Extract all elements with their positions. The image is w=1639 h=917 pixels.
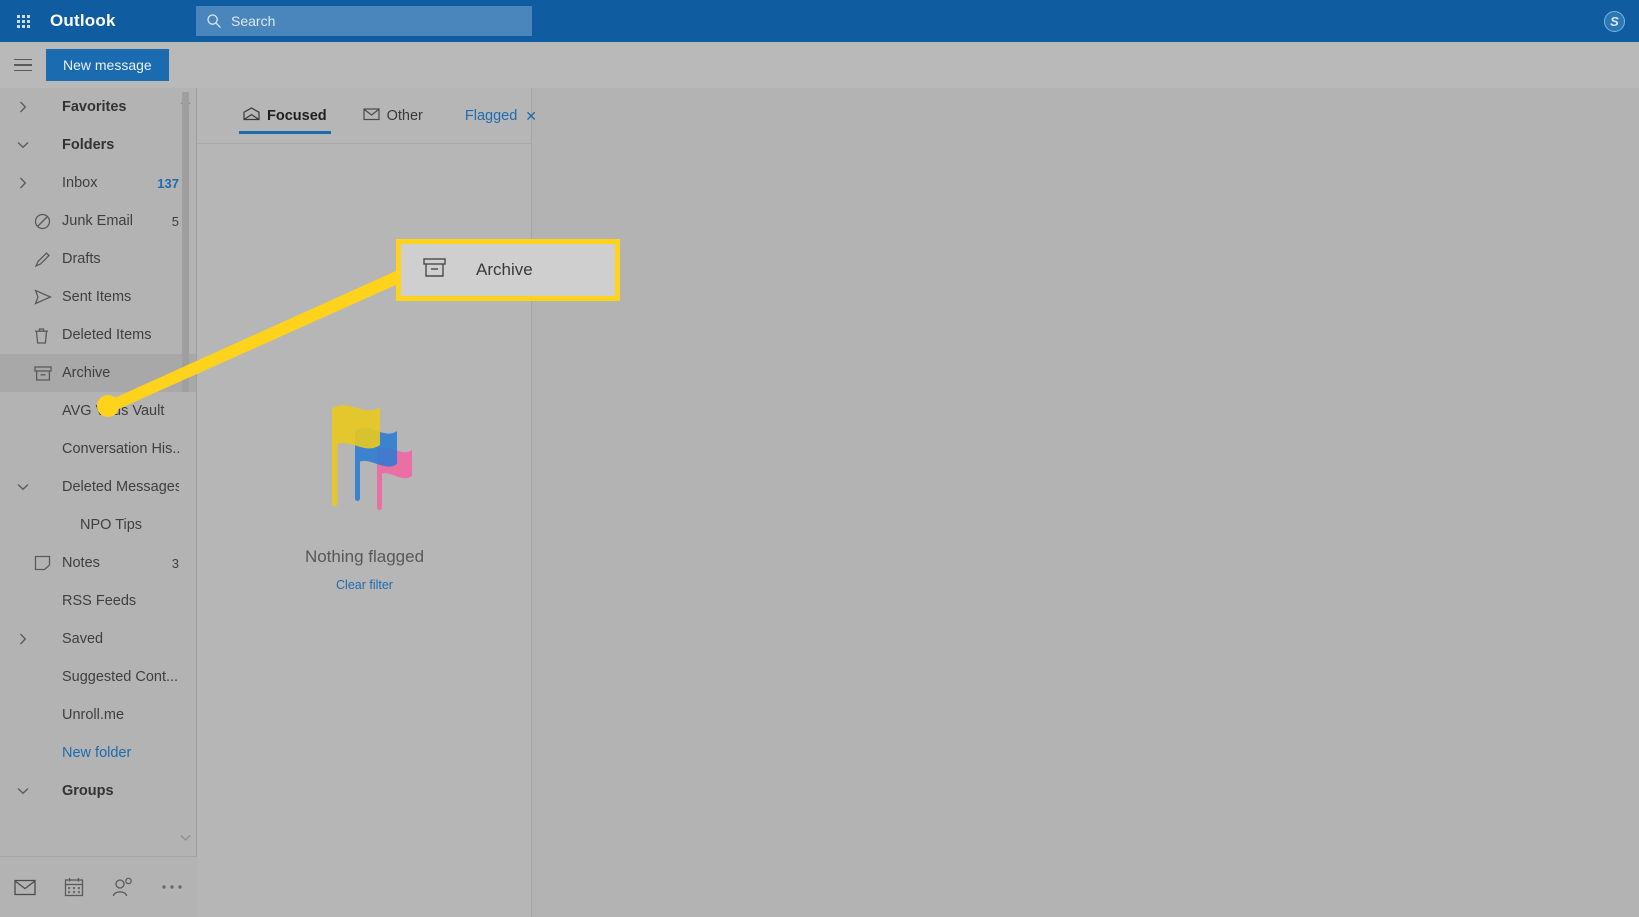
send-icon	[34, 289, 62, 305]
command-bar: New message	[0, 42, 1639, 88]
sidebar-item-junk-email[interactable]: Junk Email 5	[0, 202, 197, 240]
note-icon	[34, 555, 62, 571]
sidebar-item-label: Suggested Cont...	[62, 669, 179, 685]
sidebar-item-favorites[interactable]: Favorites	[0, 88, 197, 126]
hamburger-menu-icon[interactable]	[0, 58, 46, 72]
tab-focused[interactable]: Focused	[239, 88, 331, 144]
sidebar-item-deleted-messages[interactable]: Deleted Messages	[0, 468, 197, 506]
chevron-down-icon[interactable]	[12, 483, 34, 491]
sidebar-item-deleted-items[interactable]: Deleted Items	[0, 316, 197, 354]
pencil-icon	[34, 251, 62, 268]
sidebar-scroll-down-arrow[interactable]	[180, 828, 191, 846]
app-launcher-button[interactable]	[0, 0, 46, 42]
sidebar-item-count: 137	[157, 175, 179, 191]
tabs-divider	[197, 143, 531, 144]
archive-callout-label: Archive	[476, 260, 533, 279]
sidebar-item-npo-tips[interactable]: NPO Tips	[0, 506, 197, 544]
sidebar-item-label: NPO Tips	[80, 517, 143, 533]
sidebar-item-unroll-me[interactable]: Unroll.me	[0, 696, 197, 734]
top-header: Outlook S	[0, 0, 1639, 42]
tab-other-label: Other	[386, 108, 423, 124]
folder-list: Favorites Folders Inbox 137 Junk Email 5 Draft…	[0, 88, 197, 810]
sidebar-item-label: Archive	[62, 365, 111, 381]
sidebar-item-avg-virus-vault[interactable]: AVG Virus Vault	[0, 392, 197, 430]
sidebar-item-label: Conversation His...	[62, 441, 179, 457]
message-list-panel: Focused Other Flagged ✕ Nothing flagged …	[197, 88, 537, 917]
sidebar-item-new-folder[interactable]: New folder	[0, 734, 197, 772]
empty-state-title: Nothing flagged	[304, 547, 425, 566]
chevron-right-icon[interactable]	[12, 101, 34, 113]
sidebar-item-saved[interactable]: Saved	[0, 620, 197, 658]
sidebar-item-label: AVG Virus Vault	[62, 403, 165, 419]
app-title: Outlook	[50, 11, 116, 30]
sidebar-item-conversation-his[interactable]: Conversation His...	[0, 430, 197, 468]
sidebar-item-count: 3	[171, 555, 179, 571]
filter-chip-flagged[interactable]: Flagged ✕	[465, 108, 537, 125]
calendar-icon[interactable]	[49, 877, 98, 897]
sidebar-item-label: RSS Feeds	[62, 593, 137, 609]
archive-box-icon	[423, 257, 446, 283]
sidebar-item-label: Folders	[62, 137, 115, 153]
new-message-button[interactable]: New message	[46, 49, 169, 81]
sidebar-item-suggested-cont[interactable]: Suggested Cont...	[0, 658, 197, 696]
sidebar-item-label: Favorites	[62, 99, 127, 115]
sidebar-item-label: Deleted Items	[62, 327, 152, 343]
inbox-tabs: Focused Other Flagged ✕	[197, 88, 537, 144]
sidebar-item-label: New folder	[62, 745, 132, 761]
close-icon[interactable]: ✕	[525, 108, 537, 125]
search-icon	[206, 13, 222, 29]
sidebar-item-inbox[interactable]: Inbox 137	[0, 164, 197, 202]
outlook-window: Outlook S New message Favorites Folders In…	[0, 0, 1639, 917]
sidebar-item-label: Drafts	[62, 251, 101, 267]
chevron-down-icon[interactable]	[12, 141, 34, 149]
sidebar-item-drafts[interactable]: Drafts	[0, 240, 197, 278]
sidebar-item-rss-feeds[interactable]: RSS Feeds	[0, 582, 197, 620]
focused-inbox-icon	[243, 107, 260, 125]
sidebar-item-label: Sent Items	[62, 289, 132, 305]
people-icon[interactable]	[98, 877, 147, 897]
sidebar-item-notes[interactable]: Notes 3	[0, 544, 197, 582]
clear-filter-link[interactable]: Clear filter	[336, 578, 393, 592]
mail-icon[interactable]	[0, 879, 49, 896]
empty-state: Nothing flagged Clear filter	[197, 388, 532, 592]
tab-other[interactable]: Other	[359, 88, 427, 144]
sidebar-item-groups[interactable]: Groups	[0, 772, 197, 810]
skype-icon[interactable]: S	[1604, 11, 1625, 32]
chevron-right-icon[interactable]	[12, 633, 34, 645]
sidebar-item-label: Groups	[62, 783, 114, 799]
more-options-icon[interactable]	[147, 884, 196, 890]
sidebar-item-label: Deleted Messages	[62, 479, 179, 495]
three-flags-icon	[305, 388, 425, 521]
search-input[interactable]	[231, 13, 511, 29]
sidebar-item-folders[interactable]: Folders	[0, 126, 197, 164]
sidebar-scrollbar-thumb[interactable]	[182, 92, 189, 392]
chevron-right-icon[interactable]	[12, 177, 34, 189]
sidebar-item-archive[interactable]: Archive	[0, 354, 197, 392]
archive-callout[interactable]: Archive	[396, 239, 620, 301]
sidebar-item-label: Unroll.me	[62, 707, 125, 723]
app-launcher-grid-icon	[16, 14, 30, 28]
app-module-nav	[0, 856, 197, 917]
sidebar-item-label: Notes	[62, 555, 100, 571]
trash-icon	[34, 327, 62, 344]
search-box[interactable]	[196, 6, 532, 36]
folder-sidebar[interactable]: Favorites Folders Inbox 137 Junk Email 5 Draft…	[0, 88, 197, 856]
sidebar-item-label: Saved	[62, 631, 104, 647]
block-icon	[34, 213, 62, 230]
tab-focused-label: Focused	[267, 108, 327, 124]
chevron-down-icon[interactable]	[12, 787, 34, 795]
sidebar-item-label: Inbox	[62, 175, 98, 191]
filter-chip-label: Flagged	[464, 108, 518, 124]
sidebar-item-sent-items[interactable]: Sent Items	[0, 278, 197, 316]
sidebar-item-label: Junk Email	[62, 213, 133, 229]
other-inbox-icon	[363, 107, 380, 125]
archive-box-icon	[34, 365, 62, 382]
